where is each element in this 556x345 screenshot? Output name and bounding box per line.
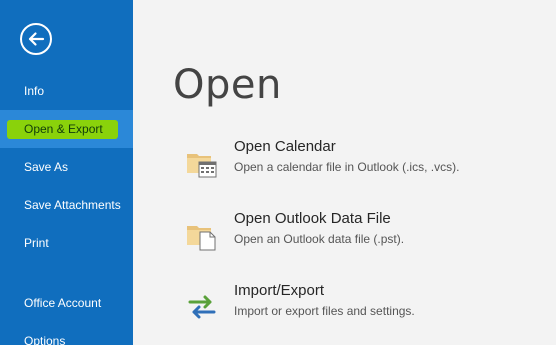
folder-document-icon — [185, 218, 219, 252]
import-export-arrows-icon — [185, 290, 219, 324]
option-title: Open Outlook Data File — [234, 210, 391, 227]
nav-item-label: Open & Export — [24, 122, 103, 136]
option-title: Open Calendar — [234, 138, 336, 155]
nav-item-info[interactable]: Info — [0, 72, 133, 110]
nav-item-label: Info — [24, 84, 45, 98]
option-description: Open a calendar file in Outlook (.ics, .… — [234, 160, 460, 174]
folder-calendar-icon — [185, 146, 219, 180]
nav-item-options[interactable]: Options — [0, 322, 133, 345]
nav-item-save-as[interactable]: Save As — [0, 148, 133, 186]
nav-item-label: Save Attachments — [24, 198, 121, 212]
nav-item-open-export[interactable]: Open & Export — [0, 110, 133, 148]
nav-item-label: Save As — [24, 160, 69, 174]
option-title: Import/Export — [234, 282, 325, 299]
page-title: Open — [173, 62, 282, 108]
open-outlook-data-file-option[interactable]: Open Outlook Data File Open an Outlook d… — [185, 210, 545, 262]
option-description: Import or export files and settings. — [234, 304, 415, 318]
option-description: Open an Outlook data file (.pst). — [234, 232, 405, 246]
main-panel: Open Open Calendar Open a calendar file … — [133, 0, 556, 345]
backstage-sidebar: Info Open & Export Save As Save Attachme… — [0, 0, 133, 345]
back-arrow-icon — [20, 23, 52, 55]
outlook-backstage: Info Open & Export Save As Save Attachme… — [0, 0, 556, 345]
nav-item-office-account[interactable]: Office Account — [0, 284, 133, 322]
nav-item-label: Office Account — [24, 296, 102, 310]
nav-item-print[interactable]: Print — [0, 224, 133, 262]
nav-item-label: Options — [24, 334, 66, 345]
back-button[interactable] — [20, 23, 52, 55]
nav-item-save-attachments[interactable]: Save Attachments — [0, 186, 133, 224]
nav-item-label: Print — [24, 236, 49, 250]
import-export-option[interactable]: Import/Export Import or export files and… — [185, 282, 545, 334]
open-calendar-option[interactable]: Open Calendar Open a calendar file in Ou… — [185, 138, 545, 190]
